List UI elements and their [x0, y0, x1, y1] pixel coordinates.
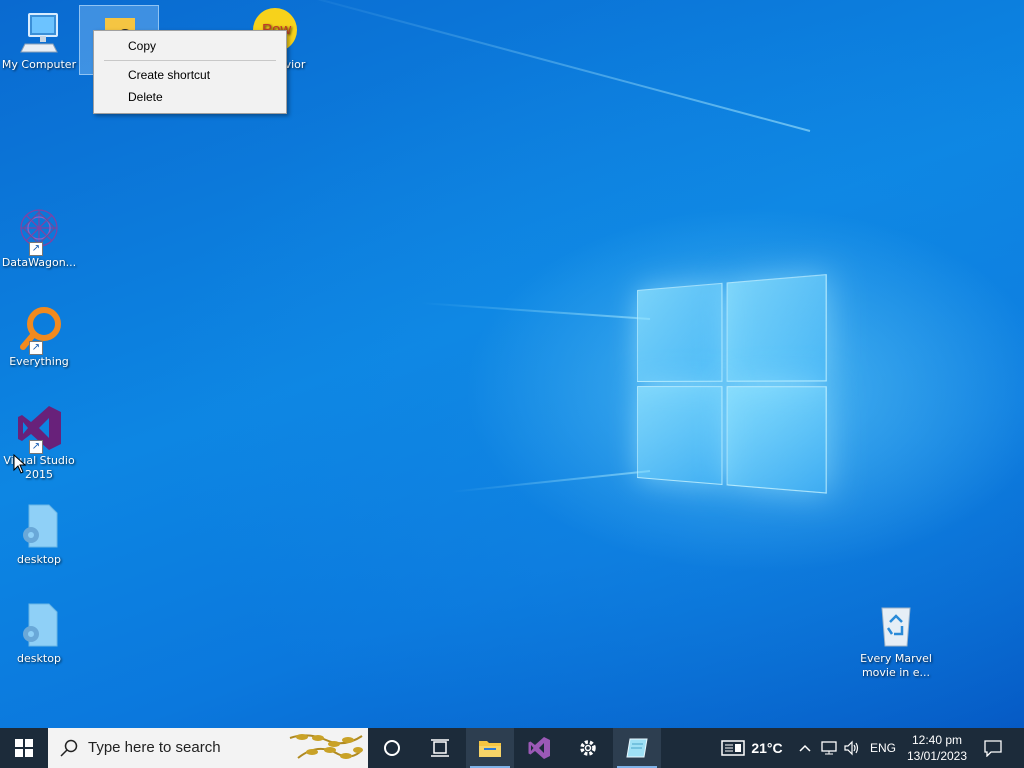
clock-date: 13/01/2023 — [906, 749, 968, 763]
everything-search-icon: ↗ — [15, 305, 63, 355]
taskbar-visual-studio[interactable] — [515, 728, 563, 768]
desktop-icon-label: Everything — [9, 355, 69, 368]
desktop-icon-label: DataWagon... — [1, 256, 77, 269]
desktop-icon-datawagon[interactable]: ↗ DataWagon... — [0, 206, 78, 270]
cortana-icon — [384, 740, 400, 756]
light-beam — [420, 301, 651, 320]
computer-icon — [15, 8, 63, 56]
clock-button[interactable]: 12:40 pm 13/01/2023 — [902, 728, 972, 768]
desktop-icon-everything[interactable]: ↗ Everything — [0, 305, 78, 369]
windows-logo-wallpaper — [637, 274, 828, 496]
config-file-icon — [15, 602, 63, 650]
taskbar: Type here to search 21°C ENG 12:40 pm 13… — [0, 728, 1024, 768]
desktop-icon-visual-studio[interactable]: ↗ Visual Studio 2015 — [0, 404, 78, 482]
input-language-button[interactable]: ENG — [866, 728, 900, 768]
desktop-icon-label: My Computer — [1, 58, 77, 71]
clock-time: 12:40 pm — [911, 733, 963, 747]
task-view-icon — [431, 739, 449, 757]
context-menu-delete[interactable]: Delete — [95, 87, 285, 108]
network-icon — [821, 741, 837, 755]
speaker-icon — [844, 740, 859, 756]
search-highlight-illustration — [289, 734, 363, 759]
news-weather-icon — [721, 740, 746, 756]
cortana-button[interactable] — [368, 728, 416, 768]
desktop-icon-recycle-bin[interactable]: Every Marvel movie in e... — [856, 602, 936, 680]
notepad-app-icon — [626, 738, 648, 758]
context-menu: Copy Create shortcut Delete — [93, 30, 287, 114]
desktop-background[interactable]: My Computer Pow vior — [0, 0, 1024, 728]
shortcut-arrow-icon: ↗ — [29, 242, 43, 256]
start-button[interactable] — [0, 728, 48, 768]
file-explorer-icon — [479, 741, 501, 757]
show-hidden-icons-button[interactable] — [796, 728, 814, 768]
taskbar-settings[interactable] — [564, 728, 612, 768]
search-placeholder: Type here to search — [88, 739, 221, 756]
config-file-icon — [15, 503, 63, 551]
taskbar-file-explorer[interactable] — [466, 728, 514, 768]
shortcut-arrow-icon: ↗ — [29, 440, 43, 454]
recycle-bin-icon — [872, 602, 920, 650]
input-language: ENG — [869, 741, 896, 755]
context-menu-copy[interactable]: Copy — [95, 36, 285, 57]
light-beam — [450, 470, 651, 493]
taskbar-search-box[interactable]: Type here to search — [48, 728, 368, 768]
desktop-icon-label: desktop — [17, 652, 61, 665]
taskbar-notepad[interactable] — [613, 728, 661, 768]
desktop-icon-label: Every Marvel movie in e... — [860, 652, 932, 679]
notification-icon — [984, 740, 1002, 757]
context-menu-create-shortcut[interactable]: Create shortcut — [95, 65, 285, 86]
weather-temperature: 21°C — [751, 740, 783, 756]
windows-start-icon — [15, 739, 33, 757]
task-view-button[interactable] — [416, 728, 464, 768]
chevron-up-icon — [799, 744, 811, 752]
light-beam — [268, 0, 811, 132]
visual-studio-icon — [528, 737, 550, 759]
desktop-icon-label: desktop — [17, 553, 61, 566]
weather-widget[interactable]: 21°C — [712, 728, 792, 768]
desktop-icon-desktop-ini[interactable]: desktop — [0, 503, 78, 567]
datawagon-icon: ↗ — [15, 206, 63, 256]
shortcut-arrow-icon: ↗ — [29, 341, 43, 355]
settings-icon — [580, 740, 596, 756]
visual-studio-icon: ↗ — [15, 404, 63, 454]
volume-button[interactable] — [842, 728, 862, 768]
action-center-button[interactable] — [976, 728, 1010, 768]
desktop-icon-my-computer[interactable]: My Computer — [0, 8, 78, 72]
desktop-icon-label: vior — [284, 58, 306, 71]
search-icon — [60, 739, 78, 757]
network-button[interactable] — [818, 728, 840, 768]
context-menu-separator — [104, 60, 276, 61]
desktop-icon-desktop-ini[interactable]: desktop — [0, 602, 78, 666]
